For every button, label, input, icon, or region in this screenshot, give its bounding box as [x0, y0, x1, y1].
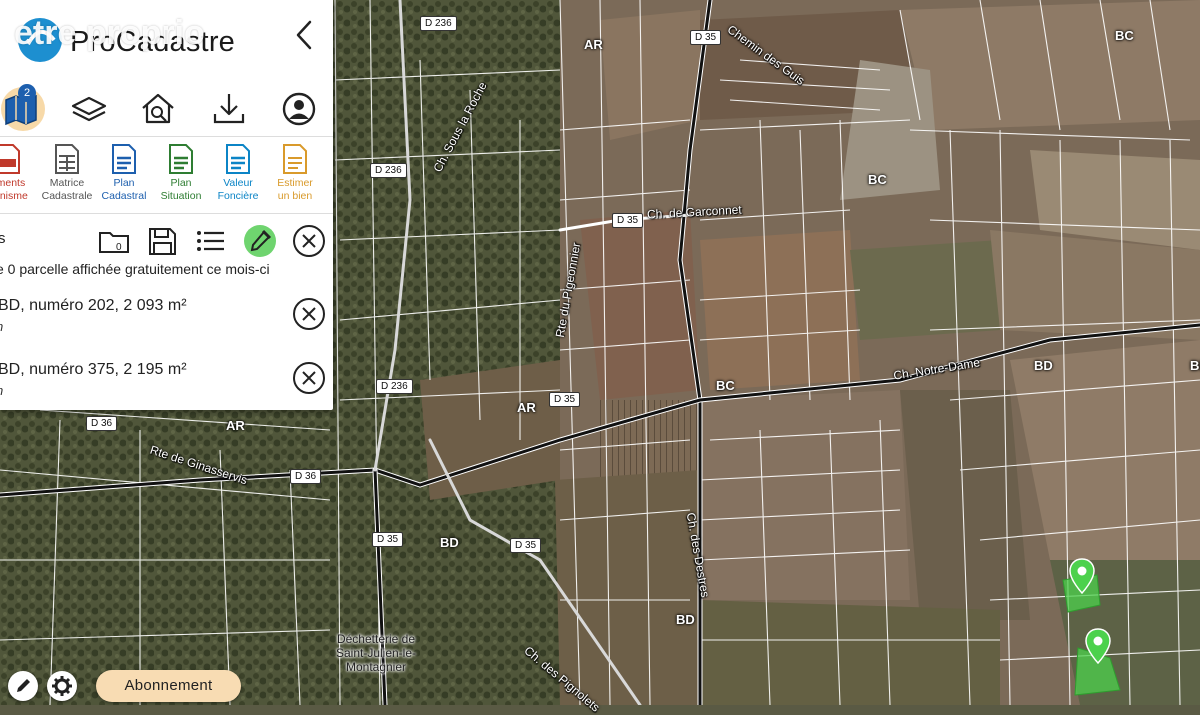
section-label-bd: BD	[676, 612, 695, 627]
close-circle-icon[interactable]	[292, 297, 326, 331]
layers-count-badge: 2	[18, 84, 36, 102]
place-label-dechetterie: Déchetterie de Saint-Julien-le- Montagni…	[335, 632, 417, 674]
road-label: D 35	[612, 213, 644, 228]
road-label: D 35	[549, 392, 581, 407]
parcel-title: BD, numéro 202, 2 093 m²	[0, 297, 187, 314]
section-label-bc: BC	[1115, 28, 1134, 43]
app-title: ProCadastre	[70, 26, 235, 58]
selection-actions: s 0	[0, 218, 333, 262]
section-label-bc: BC	[868, 172, 887, 187]
document-icon	[226, 144, 250, 174]
section-label-bd: BD	[440, 535, 459, 550]
road-label: D 35	[690, 30, 722, 45]
user-icon[interactable]	[276, 86, 322, 132]
doc-plan-situation[interactable]: Plan Situation	[149, 143, 213, 203]
doc-label: Plan Situation	[160, 177, 202, 202]
layers-icon[interactable]	[66, 86, 112, 132]
pencil-icon	[17, 679, 30, 692]
logo-icon	[18, 18, 62, 62]
edit-button[interactable]	[8, 671, 38, 701]
road-label: D 36	[86, 416, 118, 431]
documents-row: uments banisme Matrice Cadastrale Plan C…	[0, 137, 333, 214]
document-icon	[112, 144, 136, 174]
main-toolbar: 2	[0, 82, 333, 137]
section-label-bd: BD	[1034, 358, 1053, 373]
parcel-item[interactable]: BD, numéro 202, 2 093 m² n	[0, 297, 333, 347]
map-layers-button[interactable]: 2	[0, 84, 46, 132]
parcel-subtitle: n	[0, 319, 3, 334]
doc-urbanisme[interactable]: uments banisme	[0, 143, 40, 203]
road-label: D 236	[376, 379, 413, 394]
document-icon	[169, 144, 193, 174]
doc-label: Plan Cadastral	[101, 177, 147, 202]
close-circle-icon[interactable]	[292, 224, 326, 258]
home-search-icon[interactable]	[135, 86, 181, 132]
document-icon	[283, 144, 307, 174]
save-icon[interactable]	[145, 224, 179, 258]
folder-button[interactable]: 0	[97, 224, 131, 258]
parcel-item[interactable]: BD, numéro 375, 2 195 m² n	[0, 361, 333, 411]
doc-label: Estimer un bien	[277, 177, 313, 202]
table-icon	[55, 144, 79, 174]
gear-icon	[52, 676, 72, 696]
parcel-title: BD, numéro 375, 2 195 m²	[0, 361, 187, 378]
folder-icon: 0	[99, 232, 129, 253]
doc-label: Valeur Foncière	[217, 177, 259, 202]
road-label: D 36	[290, 469, 322, 484]
folder-count: 0	[116, 242, 122, 253]
section-label-bd: BD	[1190, 358, 1200, 373]
download-icon[interactable]	[206, 86, 252, 132]
road-label: D 35	[510, 538, 542, 553]
chevron-left-icon[interactable]	[290, 18, 320, 52]
side-panel: ProCadastre etre proprio 2 ents nisme Ma…	[0, 0, 333, 410]
parcel-subtitle: n	[0, 383, 3, 398]
doc-label: Matrice Cadastrale	[41, 177, 93, 202]
close-circle-icon[interactable]	[292, 361, 326, 395]
doc-valeur-fonciere[interactable]: Valeur Foncière	[206, 143, 270, 203]
eyedropper-button[interactable]	[243, 224, 277, 258]
road-label: D 236	[370, 163, 407, 178]
eyedropper-icon	[244, 225, 276, 257]
parcel-pin-icon[interactable]	[1084, 628, 1112, 664]
doc-plan-cadastral[interactable]: Plan Cadastral	[92, 143, 156, 203]
road-label: D 35	[372, 532, 404, 547]
road-label: D 236	[420, 16, 457, 31]
parcel-pin-icon[interactable]	[1068, 558, 1096, 594]
document-icon	[0, 144, 20, 174]
doc-label: uments banisme	[0, 177, 28, 202]
doc-matrice[interactable]: Matrice Cadastrale	[35, 143, 99, 203]
section-label-ar: AR	[517, 400, 536, 415]
section-label-ar: AR	[226, 418, 245, 433]
subscription-button[interactable]: Abonnement	[96, 670, 241, 702]
app-header: ProCadastre etre proprio	[0, 0, 333, 82]
section-label-ar: AR	[584, 37, 603, 52]
settings-button[interactable]	[47, 671, 77, 701]
doc-estimer-bien[interactable]: Estimer un bien	[263, 143, 327, 203]
section-label: s	[0, 230, 6, 247]
list-icon[interactable]	[193, 224, 227, 258]
free-parcel-note: e 0 parcelle affichée gratuitement ce mo…	[0, 261, 270, 277]
section-label-bc: BC	[716, 378, 735, 393]
